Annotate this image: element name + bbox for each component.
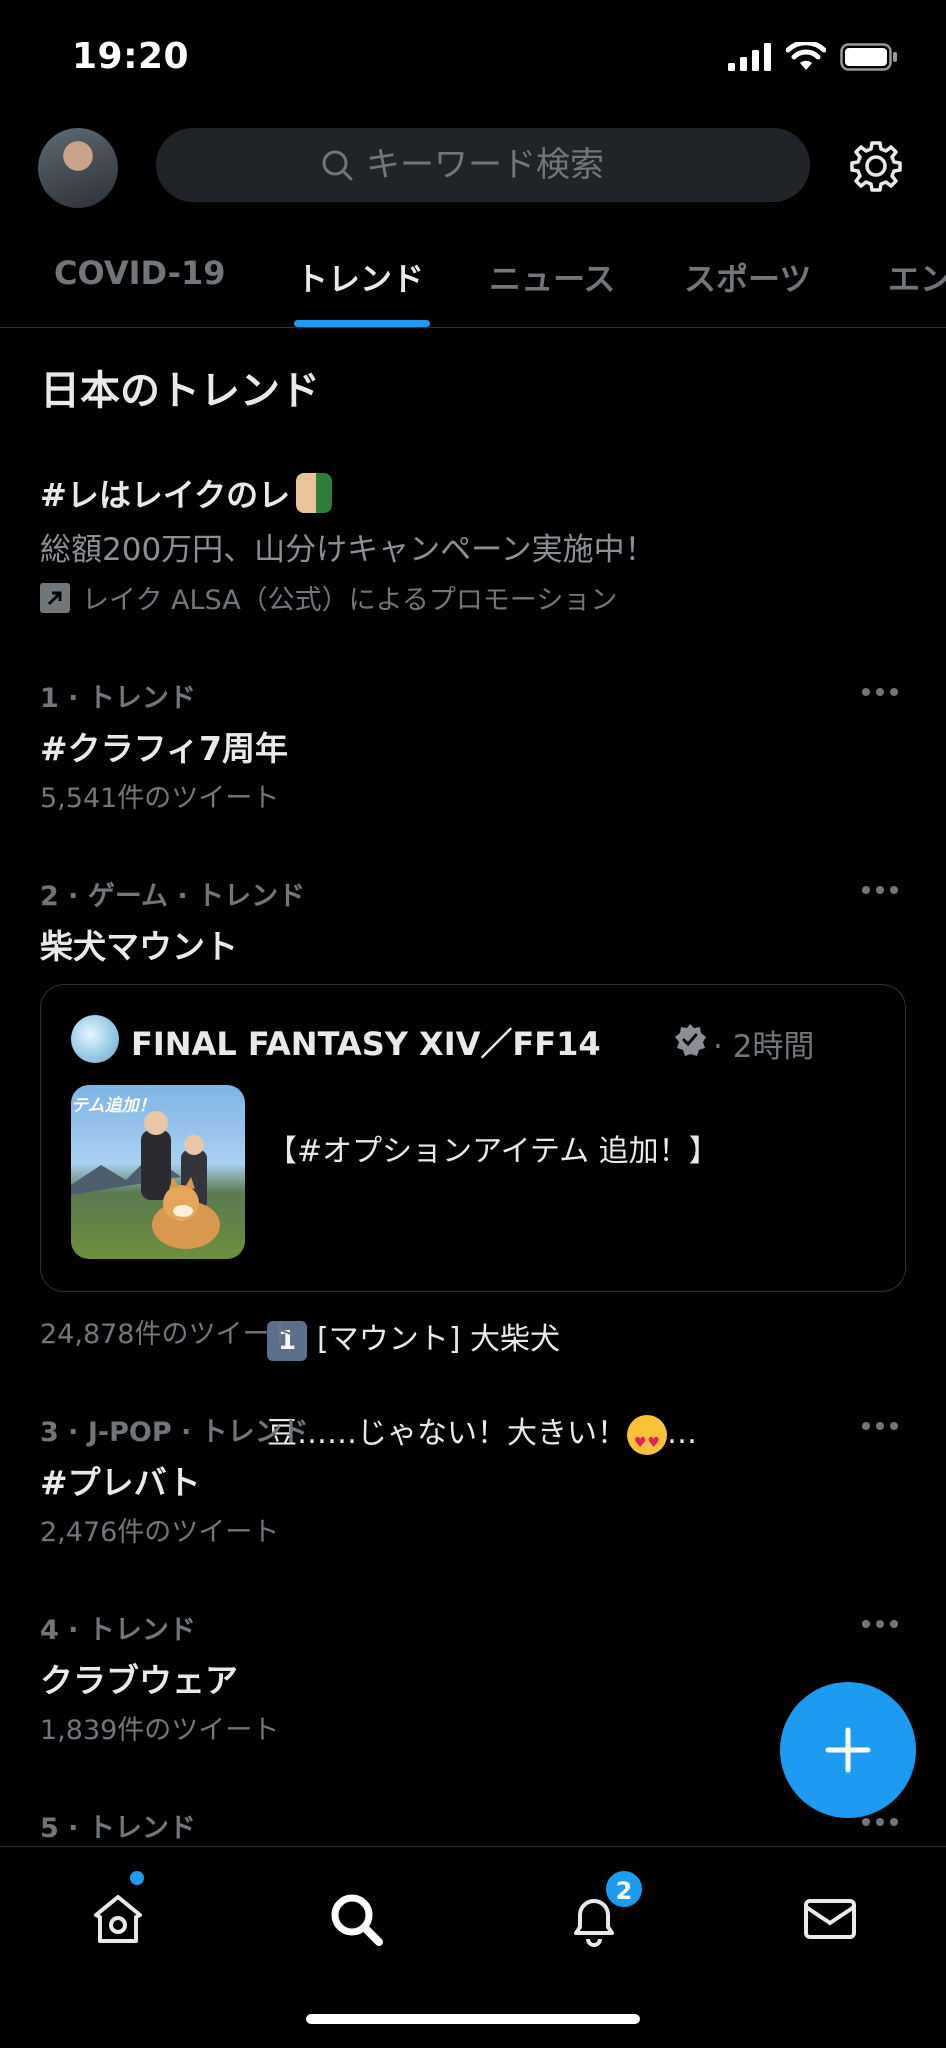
- trend-4-meta: 4 · トレンド: [40, 1615, 196, 1646]
- promoted-trend-tag: #レはレイクのレ: [40, 476, 291, 514]
- heart-eyes-emoji-icon: [627, 1414, 667, 1467]
- battery-icon: [840, 43, 897, 71]
- more-options-icon[interactable]: [862, 1818, 902, 1828]
- trend-2-name[interactable]: 柴犬マウント: [40, 920, 238, 968]
- tab-news[interactable]: ニュース: [489, 254, 615, 300]
- explore-tabs: COVID-19 トレンド ニュース スポーツ エン: [0, 240, 946, 328]
- more-options-icon[interactable]: [862, 1620, 902, 1630]
- compose-button[interactable]: [780, 1682, 916, 1818]
- tab-covid-19[interactable]: COVID-19: [54, 254, 225, 292]
- tweet-author-avatar: [71, 1015, 119, 1063]
- trend-2-count: 24,878件のツイート: [40, 1319, 297, 1350]
- tab-sports[interactable]: スポーツ: [684, 254, 811, 300]
- trend-4-count: 1,839件のツイート: [40, 1715, 280, 1746]
- gear-icon[interactable]: [848, 138, 904, 194]
- trend-1-name[interactable]: #クラフィ7周年: [40, 722, 288, 770]
- promoted-description: 総額200万円、山分けキャンペーン実施中！: [40, 532, 656, 568]
- trend-3-meta: 3 · J-POP · トレンド: [40, 1417, 309, 1448]
- messages-envelope-icon[interactable]: [798, 1887, 862, 1951]
- promoted-by: レイク ALSA（公式）によるプロモーション: [40, 578, 617, 617]
- trend-3-name[interactable]: #プレバト: [40, 1456, 201, 1504]
- home-unread-dot: [130, 1871, 144, 1885]
- tweet-text: 【#オプションアイテム 追加！】 1 [マウント] 大柴犬 豆……じゃない！大きい…: [267, 1081, 877, 1504]
- tweet-line-3-text: 豆……じゃない！大きい！: [267, 1416, 627, 1451]
- tweet-line-2: 1 [マウント] 大柴犬: [267, 1316, 877, 1363]
- section-title: 日本のトレンド: [40, 368, 320, 414]
- more-options-icon[interactable]: [862, 688, 902, 698]
- search-icon: [322, 150, 353, 181]
- tweet-line-1: 【#オプションアイテム 追加！】: [267, 1134, 719, 1169]
- verified-badge-icon: [675, 1024, 706, 1056]
- trend-1-meta: 1 · トレンド: [40, 683, 196, 714]
- more-options-icon[interactable]: [862, 1422, 902, 1432]
- tab-trends[interactable]: トレンド: [296, 254, 424, 300]
- promoted-arrow-icon: [40, 582, 70, 613]
- more-options-icon[interactable]: [862, 886, 902, 896]
- trend-3-count: 2,476件のツイート: [40, 1517, 280, 1548]
- search-nav-icon[interactable]: [324, 1887, 388, 1951]
- wifi-icon: [786, 42, 826, 70]
- plus-icon: [825, 1727, 871, 1773]
- status-time: 19:20: [72, 36, 190, 77]
- promo-emoji-icon: [296, 473, 333, 513]
- trend-4-name[interactable]: クラブウェア: [40, 1654, 238, 1702]
- tweet-thumbnail[interactable]: テム追加！: [71, 1085, 245, 1259]
- notifications-badge: 2: [604, 1869, 644, 1909]
- tab-entertainment[interactable]: エン: [888, 254, 946, 300]
- cellular-signal-icon: [728, 43, 771, 71]
- tweet-line-3: 豆……じゃない！大きい！ …: [267, 1410, 877, 1467]
- search-bar[interactable]: [156, 128, 810, 202]
- search-input[interactable]: [366, 145, 646, 185]
- home-indicator[interactable]: [306, 2014, 640, 2024]
- status-icons: [728, 42, 898, 72]
- tweet-line-2-text: [マウント] 大柴犬: [317, 1322, 560, 1357]
- thumbnail-label: テム追加！: [71, 1096, 156, 1116]
- trend-1-count: 5,541件のツイート: [40, 783, 280, 814]
- active-tab-indicator: [294, 320, 430, 327]
- promoted-by-label: レイク ALSA（公式）によるプロモーション: [82, 585, 618, 616]
- embedded-tweet-card[interactable]: FINAL FANTASY XIV／FF14 · 2時間 テム追加！ 【#オプシ…: [40, 984, 906, 1467]
- profile-avatar[interactable]: [38, 128, 118, 208]
- trend-2-meta: 2 · ゲーム · トレンド: [40, 881, 306, 912]
- trend-5-meta: 5 · トレンド: [40, 1813, 196, 1844]
- promoted-trend[interactable]: #レはレイクのレ: [40, 470, 333, 516]
- tweet-time: · 2時間: [713, 1029, 815, 1065]
- tweet-author-name: FINAL FANTASY XIV／FF14: [131, 1025, 601, 1063]
- home-icon[interactable]: [86, 1887, 150, 1951]
- tweet-ellipsis: …: [667, 1416, 697, 1451]
